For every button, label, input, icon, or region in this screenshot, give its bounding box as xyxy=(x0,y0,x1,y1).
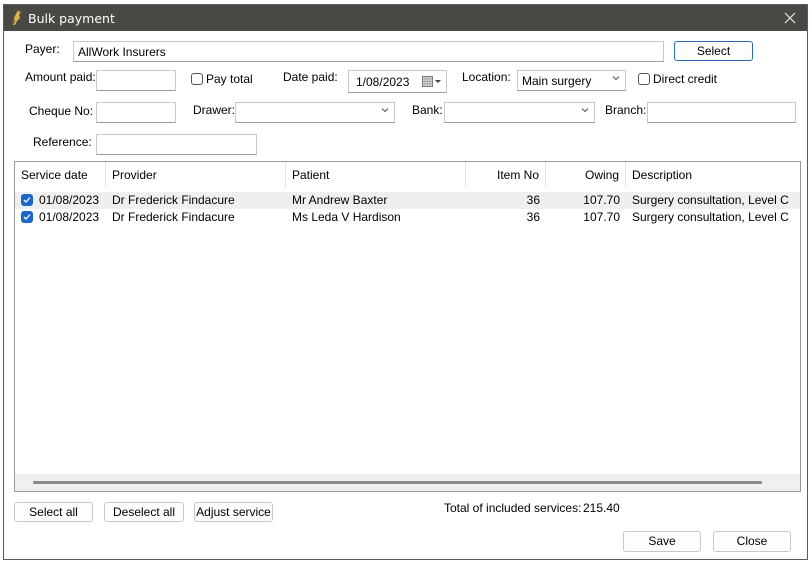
cell-item-no: 36 xyxy=(526,193,540,207)
select-all-button[interactable]: Select all xyxy=(14,502,93,522)
cell-provider: Dr Frederick Findacure xyxy=(112,210,235,224)
bank-select[interactable] xyxy=(444,102,595,123)
date-paid-value: 1/08/2023 xyxy=(356,75,410,89)
app-logo-icon xyxy=(12,10,21,25)
cheque-no-field[interactable] xyxy=(96,102,176,123)
branch-label: Branch: xyxy=(605,103,647,117)
direct-credit-label: Direct credit xyxy=(653,72,718,86)
deselect-all-button[interactable]: Deselect all xyxy=(104,502,184,522)
cell-service-date: 01/08/2023 xyxy=(39,210,100,224)
date-paid-picker[interactable]: 1/08/2023 xyxy=(348,70,447,93)
cell-description: Surgery consultation, Level C xyxy=(632,210,789,224)
table-row[interactable]: 01/08/2023 Dr Frederick Findacure Mr And… xyxy=(15,192,800,209)
reference-field[interactable] xyxy=(96,134,257,155)
drawer-select[interactable] xyxy=(235,102,395,123)
horizontal-scrollbar[interactable] xyxy=(15,474,800,491)
chevron-down-icon xyxy=(381,108,389,113)
row-include-checkbox[interactable] xyxy=(21,194,33,206)
checkmark-icon xyxy=(23,197,31,203)
column-header-owing[interactable]: Owing xyxy=(546,162,626,188)
amount-paid-field[interactable] xyxy=(96,70,176,91)
row-include-checkbox[interactable] xyxy=(21,211,33,223)
adjust-service-button[interactable]: Adjust service xyxy=(194,502,273,522)
location-value: Main surgery xyxy=(522,74,592,88)
total-label: Total of included services: xyxy=(444,501,582,515)
column-header-service-date[interactable]: Service date xyxy=(15,162,106,188)
location-select[interactable]: Main surgery xyxy=(517,70,626,91)
pay-total-checkbox[interactable] xyxy=(191,73,203,85)
cell-provider: Dr Frederick Findacure xyxy=(112,193,235,207)
chevron-down-icon xyxy=(612,76,620,81)
grid-header: Service date Provider Patient Item No Ow… xyxy=(15,162,800,188)
pay-total-label: Pay total xyxy=(206,72,253,86)
direct-credit-checkbox[interactable] xyxy=(638,73,650,85)
column-header-patient[interactable]: Patient xyxy=(286,162,466,188)
column-header-provider[interactable]: Provider xyxy=(106,162,286,188)
title-bar: Bulk payment xyxy=(4,5,807,31)
calendar-dropdown-icon[interactable] xyxy=(422,76,442,87)
close-icon xyxy=(784,12,796,24)
cell-owing: 107.70 xyxy=(583,193,620,207)
date-paid-label: Date paid: xyxy=(283,70,338,84)
save-button[interactable]: Save xyxy=(623,531,701,552)
total-value: 215.40 xyxy=(583,501,620,515)
branch-field[interactable] xyxy=(647,102,796,123)
column-header-description[interactable]: Description xyxy=(626,162,800,188)
column-header-item-no[interactable]: Item No xyxy=(466,162,546,188)
location-label: Location: xyxy=(462,70,511,84)
window-title: Bulk payment xyxy=(28,11,115,26)
bulk-payment-dialog: Bulk payment Payer: AllWork Insurers Sel… xyxy=(3,4,808,560)
close-button[interactable]: Close xyxy=(713,531,791,552)
amount-paid-label: Amount paid: xyxy=(25,70,96,84)
bank-label: Bank: xyxy=(412,103,443,117)
reference-label: Reference: xyxy=(33,135,92,149)
chevron-down-icon xyxy=(581,108,589,113)
drawer-label: Drawer: xyxy=(193,103,236,117)
table-row[interactable]: 01/08/2023 Dr Frederick Findacure Ms Led… xyxy=(15,209,800,226)
checkmark-icon xyxy=(23,214,31,220)
payer-field[interactable]: AllWork Insurers xyxy=(73,41,664,62)
select-payer-button[interactable]: Select xyxy=(674,41,753,61)
cell-service-date: 01/08/2023 xyxy=(39,193,100,207)
services-grid[interactable]: Service date Provider Patient Item No Ow… xyxy=(14,161,801,492)
cell-owing: 107.70 xyxy=(583,210,620,224)
close-window-button[interactable] xyxy=(779,7,801,29)
cell-patient: Mr Andrew Baxter xyxy=(292,193,388,207)
cell-item-no: 36 xyxy=(526,210,540,224)
cell-description: Surgery consultation, Level C xyxy=(632,193,789,207)
payer-label: Payer: xyxy=(25,42,60,56)
scrollbar-thumb[interactable] xyxy=(33,481,762,484)
cell-patient: Ms Leda V Hardison xyxy=(292,210,401,224)
cheque-no-label: Cheque No: xyxy=(29,104,94,118)
